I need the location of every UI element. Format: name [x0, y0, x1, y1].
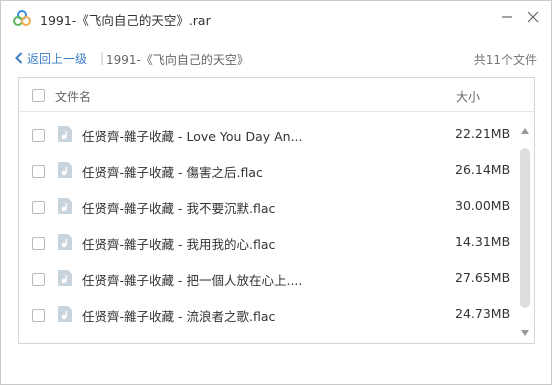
audio-file-icon [58, 198, 72, 214]
file-size: 14.31MB [455, 234, 511, 249]
row-checkbox[interactable] [32, 165, 45, 178]
file-count: 共11个文件 [473, 53, 537, 67]
back-button[interactable]: 返回上一级 [15, 50, 87, 66]
row-checkbox[interactable] [32, 237, 45, 250]
file-name: 任贤齊-雜子收藏 - 把一個人放在心上.... [82, 273, 303, 288]
breadcrumb-path: 1991-《飞向自己的天空》 [106, 53, 249, 67]
title-bar: 1991-《飞向自己的天空》.rar [1, 1, 551, 35]
file-row[interactable]: 任贤齊-雜子收藏 - 我不要沉默.flac 30.00MB [19, 185, 517, 221]
file-list: 文件名 大小 任贤齊-雜子收藏 - Love You Day An... 22.… [18, 77, 535, 344]
file-name: 任贤齊-雜子收藏 - 我不要沉默.flac [82, 201, 276, 216]
row-checkbox[interactable] [32, 273, 45, 286]
select-all-checkbox[interactable] [32, 89, 45, 102]
file-row[interactable]: 任贤齊-雜子收藏 - 傷害之后.flac 26.14MB [19, 149, 517, 185]
file-name: 任贤齊-雜子收藏 - 傷害之后.flac [82, 165, 263, 180]
file-row[interactable]: 任贤齊-雜子收藏 - 我用我的心.flac 14.31MB [19, 221, 517, 257]
vertical-scrollbar[interactable] [519, 126, 531, 338]
audio-file-icon [58, 126, 72, 142]
audio-file-icon [58, 306, 72, 322]
scroll-up-arrow-icon[interactable] [521, 128, 529, 134]
file-row[interactable]: 任贤齊-雜子收藏 - 流浪者之歌.flac 24.73MB [19, 293, 517, 329]
row-checkbox[interactable] [32, 129, 45, 142]
app-logo-icon [13, 10, 31, 26]
file-size: 22.21MB [455, 126, 511, 141]
file-name: 任贤齊-雜子收藏 - Love You Day An... [82, 129, 303, 144]
breadcrumb-separator: | [100, 51, 105, 65]
navigation-bar: 返回上一级 | 1991-《飞向自己的天空》 共11个文件 [1, 44, 551, 72]
file-name: 任贤齊-雜子收藏 - 我用我的心.flac [82, 237, 276, 252]
audio-file-icon [58, 270, 72, 286]
back-label: 返回上一级 [27, 51, 88, 66]
file-name: 任贤齊-雜子收藏 - 流浪者之歌.flac [82, 309, 276, 324]
file-size: 24.73MB [455, 306, 511, 321]
audio-file-icon [58, 162, 72, 178]
close-icon[interactable] [522, 6, 544, 28]
row-checkbox[interactable] [32, 201, 45, 214]
archive-viewer-window: 1991-《飞向自己的天空》.rar 返回上一级 | 1991-《飞向自己的天空… [0, 0, 552, 385]
file-rows: 任贤齊-雜子收藏 - Love You Day An... 22.21MB 任贤… [19, 113, 517, 329]
file-row[interactable]: 任贤齊-雜子收藏 - Love You Day An... 22.21MB [19, 113, 517, 149]
file-size: 26.14MB [455, 162, 511, 177]
window-title: 1991-《飞向自己的天空》.rar [40, 13, 211, 28]
file-size: 30.00MB [455, 198, 511, 213]
column-header-size: 大小 [456, 90, 481, 104]
list-header: 文件名 大小 [19, 78, 534, 112]
file-row[interactable]: 任贤齊-雜子收藏 - 把一個人放在心上.... 27.65MB [19, 257, 517, 293]
scrollbar-thumb[interactable] [520, 148, 530, 308]
chevron-left-icon [15, 52, 23, 64]
column-header-name: 文件名 [55, 90, 92, 104]
minimize-icon[interactable] [496, 6, 518, 28]
audio-file-icon [58, 234, 72, 250]
row-checkbox[interactable] [32, 309, 45, 322]
file-size: 27.65MB [455, 270, 511, 285]
scroll-down-arrow-icon[interactable] [521, 330, 529, 336]
